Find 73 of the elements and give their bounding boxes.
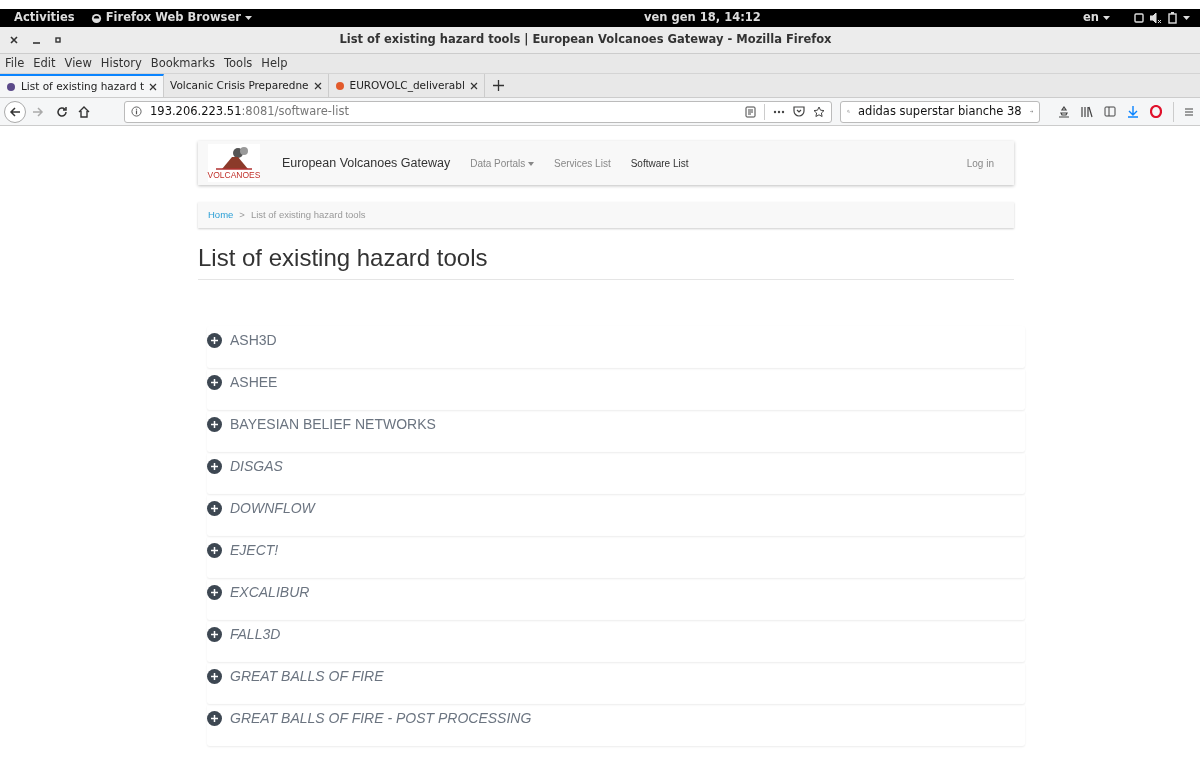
- home-icon[interactable]: [78, 105, 90, 118]
- plus-circle-icon[interactable]: [207, 374, 222, 390]
- accordion-item[interactable]: EXCALIBUR: [207, 577, 1025, 620]
- plus-circle-icon[interactable]: [207, 542, 222, 558]
- back-arrow-icon: [9, 105, 21, 118]
- browser-tab[interactable]: List of existing hazard t: [0, 74, 164, 97]
- info-icon: [131, 106, 142, 117]
- address-bar[interactable]: 193.206.223.51:8081/software-list: [124, 100, 832, 123]
- accordion-item[interactable]: FALL3D: [207, 619, 1025, 662]
- accordion-item[interactable]: EJECT!: [207, 535, 1025, 578]
- accordion-item[interactable]: DISGAS: [207, 451, 1025, 494]
- download-icon[interactable]: [1127, 105, 1139, 118]
- browser-tab[interactable]: Volcanic Crisis Preparedne: [164, 74, 329, 97]
- window-title: List of existing hazard tools | European Volcanoes Gateway - Mozilla Firefox: [338, 31, 833, 49]
- opera-icon[interactable]: [1150, 105, 1162, 118]
- star-icon[interactable]: [813, 105, 825, 118]
- plus-circle-icon[interactable]: [207, 710, 222, 726]
- close-icon[interactable]: [10, 36, 18, 44]
- browser-tab[interactable]: EUROVOLC_deliverabl: [328, 74, 485, 97]
- caret-icon: [1103, 16, 1110, 20]
- menu-item[interactable]: Tools: [224, 54, 253, 73]
- menu-item[interactable]: View: [64, 54, 92, 73]
- new-tab-icon[interactable]: [492, 80, 504, 91]
- caret-icon: [244, 16, 252, 20]
- plus-circle-icon[interactable]: [207, 626, 222, 642]
- search-field[interactable]: adidas superstar bianche 38: [840, 100, 1040, 123]
- menu-item[interactable]: File: [5, 54, 25, 73]
- activities-button[interactable]: Activities: [14, 9, 75, 27]
- accordion-item[interactable]: GREAT BALLS OF FIRE - POST PROCESSING: [207, 703, 1025, 746]
- plus-circle-icon[interactable]: [207, 668, 222, 684]
- reader-view-icon[interactable]: [745, 105, 756, 118]
- plus-circle-icon[interactable]: [207, 416, 222, 432]
- nav-link[interactable]: Services List: [554, 155, 611, 171]
- breadcrumb-current: List of existing hazard tools: [250, 207, 366, 222]
- battery-icon[interactable]: [1168, 12, 1177, 24]
- volcanoes-logo[interactable]: VOLCANOES: [208, 144, 260, 182]
- close-icon[interactable]: [469, 81, 478, 90]
- menu-item[interactable]: Edit: [33, 54, 56, 73]
- window-icon[interactable]: [1134, 13, 1144, 23]
- nav-link[interactable]: Data Portals: [470, 155, 534, 171]
- reload-icon[interactable]: [56, 105, 68, 118]
- close-icon[interactable]: [313, 81, 322, 90]
- accordion-item[interactable]: DOWNFLOW: [207, 493, 1025, 536]
- maximize-icon[interactable]: [55, 37, 61, 43]
- menu-item[interactable]: Help: [261, 54, 288, 73]
- close-icon[interactable]: [149, 82, 157, 91]
- site-brand[interactable]: European Volcanoes Gateway: [282, 153, 451, 173]
- accordion-item[interactable]: GREAT BALLS OF FIRE: [207, 661, 1025, 704]
- accordion-item[interactable]: ASH3D: [207, 325, 1025, 368]
- page-heading: List of existing hazard tools: [198, 244, 1014, 280]
- plus-circle-icon[interactable]: [207, 584, 222, 600]
- back-button[interactable]: [4, 100, 26, 123]
- login-link[interactable]: Log in: [966, 155, 994, 171]
- tray-icon[interactable]: [1058, 105, 1070, 118]
- menu-item[interactable]: Bookmarks: [150, 54, 215, 73]
- accordion-item[interactable]: ASHEE: [207, 367, 1025, 410]
- accordion-item[interactable]: BAYESIAN BELIEF NETWORKS: [207, 409, 1025, 452]
- app-menu[interactable]: Firefox Web Browser: [105, 9, 241, 27]
- caret-icon: [1183, 16, 1190, 20]
- sidebar-icon[interactable]: [1104, 106, 1116, 117]
- plus-circle-icon[interactable]: [207, 458, 222, 474]
- favicon-icon: [6, 81, 16, 92]
- speaker-muted-icon[interactable]: [1150, 13, 1162, 23]
- language-menu[interactable]: en: [1083, 9, 1099, 27]
- pocket-icon[interactable]: [793, 106, 805, 117]
- breadcrumb-separator: >: [239, 207, 245, 222]
- more-icon[interactable]: [773, 109, 785, 114]
- library-icon[interactable]: [1081, 105, 1093, 118]
- plus-circle-icon[interactable]: [207, 332, 222, 348]
- plus-circle-icon[interactable]: [207, 500, 222, 516]
- menu-item[interactable]: History: [100, 54, 142, 73]
- clock[interactable]: ven gen 18, 14:12: [251, 9, 1083, 27]
- nav-link[interactable]: Software List: [630, 155, 689, 171]
